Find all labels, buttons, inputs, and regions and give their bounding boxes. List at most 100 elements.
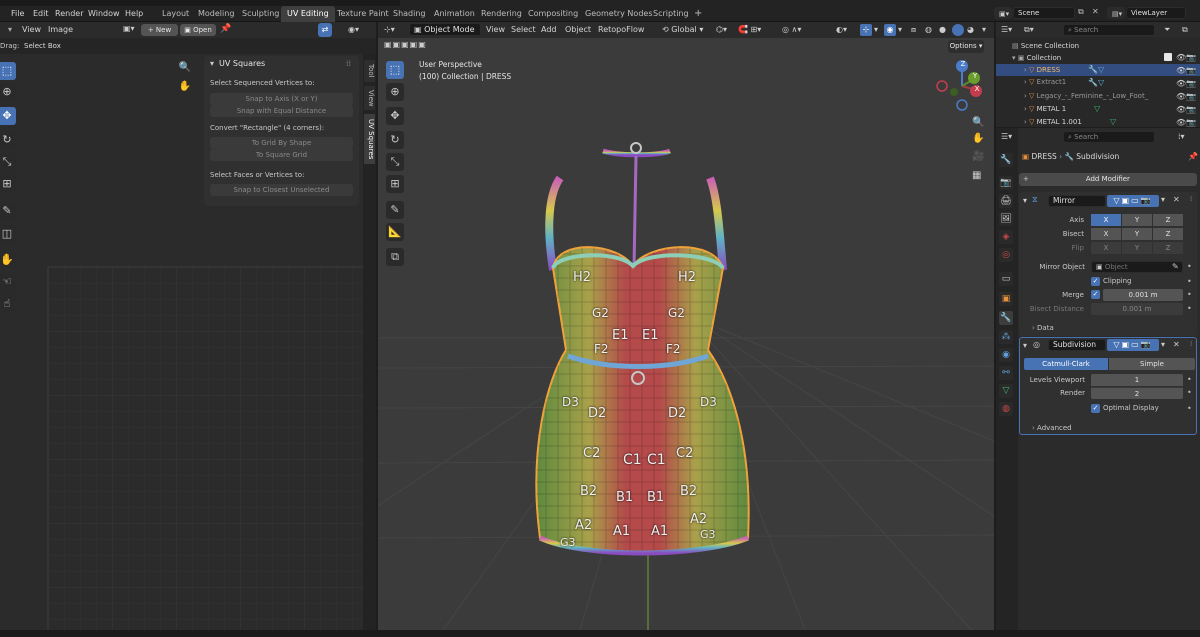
advanced-subpanel[interactable]: › Advanced [1032,424,1072,432]
subdivision-display-toggles-icon[interactable]: ▽▣▭📷 [1107,339,1159,351]
object-props-icon[interactable]: ▣ [999,292,1013,306]
simple-toggle[interactable]: Simple [1109,358,1195,370]
outliner-item-dress[interactable]: › ▽ DRESS [1024,64,1200,76]
overlays-dropdown-icon[interactable]: ▾ [898,24,902,36]
menu-file[interactable]: File [11,6,24,22]
rip-region-tool-icon[interactable]: ◫ [0,225,16,243]
viewport-menu-select[interactable]: Select [511,24,536,36]
panel-drag-handle-icon[interactable]: ⁞⁞ [346,59,351,68]
pan-hand-icon[interactable]: ✋ [176,81,194,97]
catmull-clark-toggle[interactable]: Catmull-Clark [1024,358,1108,370]
menu-render[interactable]: Render [55,6,83,22]
shading-material-icon[interactable] [952,24,964,36]
properties-editor-type-icon[interactable]: ☰▾ [1001,131,1012,143]
collection-props-icon[interactable]: ▭ [999,272,1013,286]
outliner-filter-icon[interactable]: ⏷ [1164,24,1170,36]
outliner-item-legacy[interactable]: › ▽ Legacy_-_Feminine_-_Low_Foot_ [1024,90,1200,102]
mirror-remove-icon[interactable]: ✕ [1173,195,1180,204]
levels-viewport-field[interactable]: 1 [1091,374,1183,386]
optimal-display-anim-dot-icon[interactable]: • [1187,404,1192,413]
viewport-menu-view[interactable]: View [486,24,505,36]
world-props-icon[interactable]: ◎ [999,248,1013,262]
zoom-icon[interactable]: 🔍 [176,62,194,78]
subdivision-name-field[interactable]: Subdivision [1048,339,1106,351]
properties-search-input[interactable]: ⌕ Search [1063,131,1155,143]
snap-to-axis-button[interactable]: Snap to Axis (X or Y) [210,93,353,105]
axis-y-toggle[interactable]: Y [1122,214,1152,226]
mirror-object-anim-dot-icon[interactable]: • [1187,262,1192,271]
render-levels-field[interactable]: 2 [1091,387,1183,399]
metal-001-mesh-data-icon[interactable]: ▽ [1110,117,1116,126]
bisect-x-toggle[interactable]: X [1091,228,1121,240]
add-modifier-button[interactable]: + Add Modifier [1019,173,1197,186]
menu-edit[interactable]: Edit [33,6,49,22]
viewport-menu-retopoflow[interactable]: RetopoFlow [598,24,644,36]
modifier-wrench-icon[interactable]: 🔧▽ [1088,65,1104,74]
clipping-checkbox[interactable]: ✓ [1091,277,1100,286]
mirror-object-field[interactable]: ▣ Object [1091,261,1183,273]
transform-orientation-dropdown[interactable]: ⟲ Global ▾ [662,24,703,36]
select-box-tool-icon[interactable]: ⬚ [0,62,16,80]
mirror-drag-handle-icon[interactable]: ⁞ [1190,195,1192,203]
outliner-editor-type-icon[interactable]: ☰▾ [1001,24,1012,36]
data-props-icon[interactable]: ▽ [999,384,1013,398]
uv-menu-image[interactable]: Image [48,24,73,36]
clipping-anim-dot-icon[interactable]: • [1187,277,1192,286]
bisect-distance-field[interactable]: 0.001 m [1091,303,1183,315]
view-layer-field[interactable]: ViewLayer [1126,7,1186,19]
viewport-menu-object[interactable]: Object [565,24,591,36]
merge-anim-dot-icon[interactable]: • [1187,290,1192,299]
levels-viewport-anim-dot-icon[interactable]: • [1187,375,1192,384]
merge-checkbox[interactable]: ✓ [1091,290,1100,299]
overlay-icon[interactable]: ◉▾ [348,23,368,37]
tab-tool[interactable]: Tool [364,60,375,82]
snap-equal-distance-button[interactable]: Snap with Equal Distance [210,105,353,117]
flip-y-toggle[interactable]: Y [1122,242,1152,254]
subdivision-dropdown-icon[interactable]: ▾ [1161,340,1165,349]
drag-select-box[interactable]: Select Box [24,42,61,50]
shading-dropdown-icon[interactable]: ▾ [982,24,986,36]
tab-animation[interactable]: Animation [428,6,481,22]
axis-x-toggle[interactable]: X [1091,214,1121,226]
editor-type-icon[interactable]: ▾ [8,24,12,36]
mirror-display-toggles-icon[interactable]: ▽▣▭📷 [1107,195,1159,207]
pinch-tool-icon[interactable]: ☝ [0,295,16,313]
tab-texture-paint[interactable]: Texture Paint [331,6,395,22]
uv-menu-view[interactable]: View [22,24,41,36]
new-image-button[interactable]: + New [141,24,178,36]
move-tool-icon[interactable]: ✥ [0,107,16,125]
scene-field[interactable]: Scene [1013,7,1075,19]
merge-distance-field[interactable]: 0.001 m [1103,289,1183,301]
relax-tool-icon[interactable]: ☜ [0,273,16,291]
uv-squares-title[interactable]: UV Squares [219,59,265,68]
pivot-icon[interactable]: ⌬▾ [716,24,727,36]
bisect-distance-anim-dot-icon[interactable]: • [1187,304,1192,313]
mirror-data-subpanel[interactable]: › Data [1032,324,1054,332]
xray-icon[interactable]: ⧈ [911,24,916,36]
physics-props-icon[interactable]: ◉ [999,348,1013,362]
viewport-menu-add[interactable]: Add [541,24,557,36]
render-levels-anim-dot-icon[interactable]: • [1187,388,1192,397]
delete-scene-icon[interactable]: ✕ [1092,7,1102,19]
tab-compositing[interactable]: Compositing [522,6,584,22]
tab-shading[interactable]: Shading [387,6,432,22]
outliner-item-metal-1[interactable]: › ▽ METAL 1 [1024,103,1200,115]
annotate-tool-icon[interactable]: ✎ [0,202,16,220]
properties-options-icon[interactable]: ⁞▾ [1178,131,1185,143]
open-image-button[interactable]: ▣ Open [180,24,216,36]
tab-uv-editing[interactable]: UV Editing [281,6,335,22]
eyedropper-icon[interactable]: ✎ [1172,262,1179,271]
outliner-item-extract1[interactable]: › ▽ Extract1 [1024,76,1200,88]
outliner-new-collection-icon[interactable]: ⧉ [1182,24,1188,36]
extract-data-icon[interactable]: 🔧▽ [1088,78,1104,87]
snap-closest-unselected-button[interactable]: Snap to Closest Unselected [210,184,353,196]
to-square-grid-button[interactable]: To Square Grid [210,149,353,161]
sync-selection-icon[interactable]: ⇄ [318,23,332,37]
view-layer-props-icon[interactable]: 🖼 [999,212,1013,226]
subdivision-collapse-icon[interactable]: ▾ [1023,341,1027,350]
subdivision-remove-icon[interactable]: ✕ [1173,340,1180,349]
flip-z-toggle[interactable]: Z [1153,242,1183,254]
new-scene-icon[interactable]: ⧉ [1078,7,1088,19]
tab-uv-squares[interactable]: UV Squares [364,114,375,164]
mode-dropdown[interactable]: ▣ Object Mode [409,23,481,36]
